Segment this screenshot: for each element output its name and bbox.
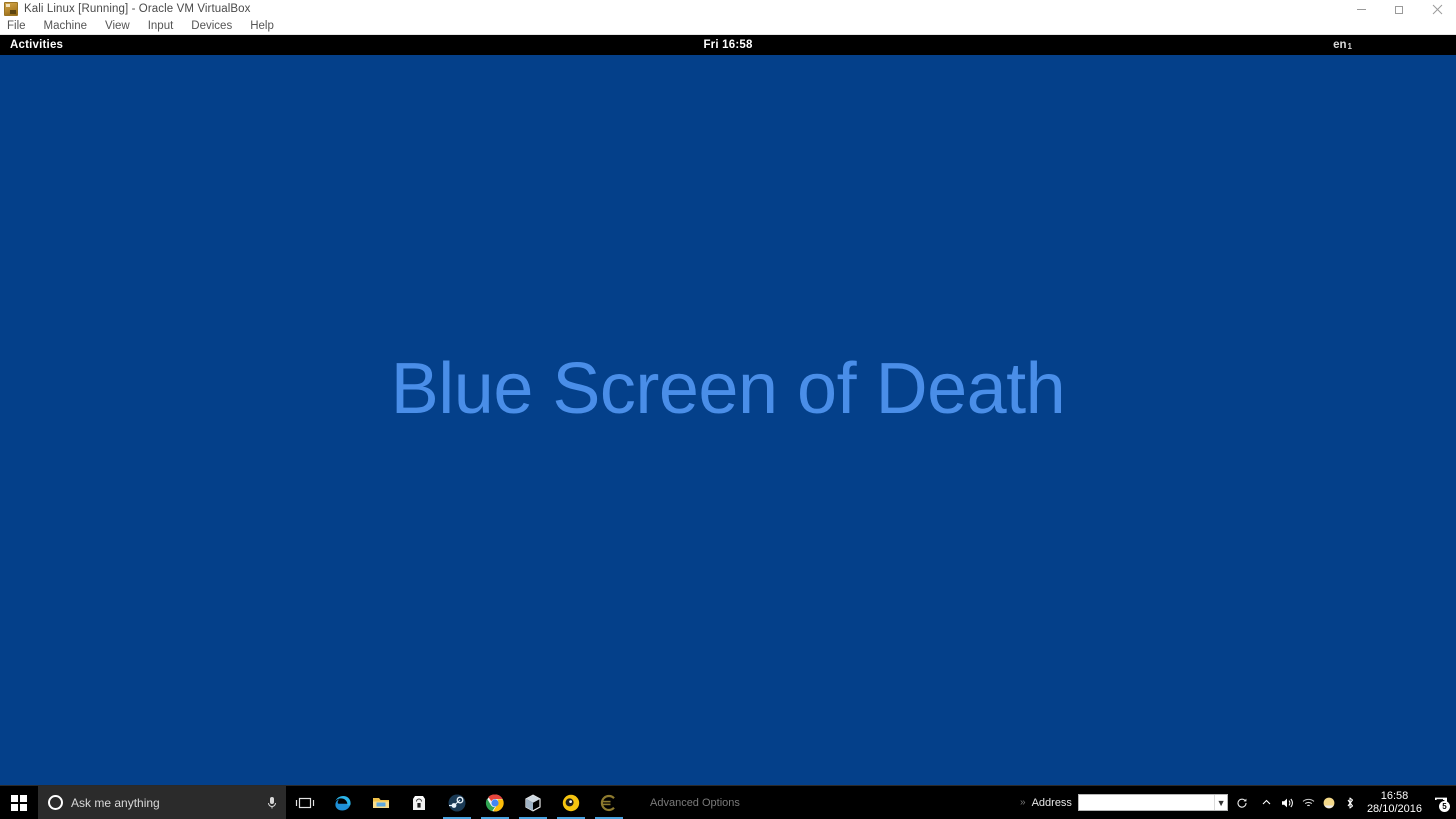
virtualbox-button[interactable] xyxy=(514,786,552,819)
microphone-icon[interactable] xyxy=(266,796,278,810)
euro-truck-button[interactable] xyxy=(590,786,628,819)
advanced-options-toolbar[interactable]: Advanced Options xyxy=(650,797,740,809)
cortana-circle-icon xyxy=(48,795,63,810)
chevron-right-icon[interactable]: » xyxy=(1020,797,1026,808)
clock-date: 28/10/2016 xyxy=(1367,803,1422,816)
file-explorer-icon xyxy=(371,793,391,813)
microsoft-store-button[interactable] xyxy=(400,786,438,819)
bsod-message: Blue Screen of Death xyxy=(391,353,1065,425)
microsoft-store-icon xyxy=(409,793,429,813)
action-center-button[interactable]: 5 xyxy=(1428,786,1454,819)
guest-screen[interactable]: Activities Fri 16:58 en1 Blue Screen of … xyxy=(0,35,1456,802)
search-input[interactable]: Ask me anything xyxy=(38,786,286,819)
clock-widget[interactable]: 16:58 28/10/2016 xyxy=(1361,790,1428,816)
microsoft-edge-button[interactable] xyxy=(324,786,362,819)
menu-bar: File Machine View Input Devices Help xyxy=(0,18,1456,35)
clock-time: 16:58 xyxy=(1381,790,1409,803)
windows-logo-icon xyxy=(11,795,27,811)
taskbar-toolbar: Advanced Options » Address ▼ xyxy=(628,786,1256,819)
google-chrome-icon xyxy=(485,793,505,813)
chevron-up-icon[interactable] xyxy=(1256,786,1277,819)
wifi-icon[interactable] xyxy=(1298,786,1319,819)
address-input[interactable]: ▼ xyxy=(1078,794,1228,811)
bluetooth-icon[interactable] xyxy=(1340,786,1361,819)
menu-item-help[interactable]: Help xyxy=(250,20,283,32)
task-view-button[interactable] xyxy=(286,786,324,819)
system-tray: 16:58 28/10/2016 5 xyxy=(1256,786,1456,819)
task-view-icon xyxy=(295,793,315,813)
minimize-button[interactable] xyxy=(1342,0,1380,18)
address-toolbar: » Address ▼ xyxy=(1020,794,1256,811)
advanced-options-label: Advanced Options xyxy=(650,797,740,809)
menu-item-machine[interactable]: Machine xyxy=(44,20,96,32)
microsoft-edge-icon xyxy=(333,793,353,813)
address-input-field[interactable] xyxy=(1079,795,1214,810)
cheat-engine-button[interactable] xyxy=(552,786,590,819)
virtualbox-icon xyxy=(523,793,543,813)
file-explorer-button[interactable] xyxy=(362,786,400,819)
google-chrome-button[interactable] xyxy=(476,786,514,819)
cheat-engine-icon xyxy=(561,793,581,813)
virtualbox-window: Kali Linux [Running] - Oracle VM Virtual… xyxy=(0,0,1456,819)
speaker-icon[interactable] xyxy=(1277,786,1298,819)
search-placeholder: Ask me anything xyxy=(71,796,258,810)
chevron-down-icon[interactable]: ▼ xyxy=(1214,795,1227,810)
restore-button[interactable] xyxy=(1380,0,1418,18)
steam-button[interactable] xyxy=(438,786,476,819)
menu-item-input[interactable]: Input xyxy=(148,20,183,32)
steam-icon xyxy=(447,793,467,813)
taskbar-pinned-items xyxy=(286,786,628,819)
window-titlebar[interactable]: Kali Linux [Running] - Oracle VM Virtual… xyxy=(0,0,1456,18)
virtualbox-icon xyxy=(4,2,18,16)
window-title: Kali Linux [Running] - Oracle VM Virtual… xyxy=(24,3,251,15)
start-button[interactable] xyxy=(0,786,38,819)
window-controls xyxy=(1342,0,1456,18)
windows-taskbar: Ask me anything xyxy=(0,785,1456,819)
weather-sun-icon[interactable] xyxy=(1319,786,1340,819)
bsod-container: Blue Screen of Death xyxy=(0,35,1456,802)
address-label: Address xyxy=(1032,797,1072,809)
refresh-icon[interactable] xyxy=(1234,797,1250,809)
menu-item-devices[interactable]: Devices xyxy=(191,20,241,32)
close-button[interactable] xyxy=(1418,0,1456,18)
euro-truck-icon xyxy=(599,793,619,813)
menu-item-file[interactable]: File xyxy=(7,20,35,32)
menu-item-view[interactable]: View xyxy=(105,20,139,32)
notification-badge: 5 xyxy=(1439,801,1450,812)
